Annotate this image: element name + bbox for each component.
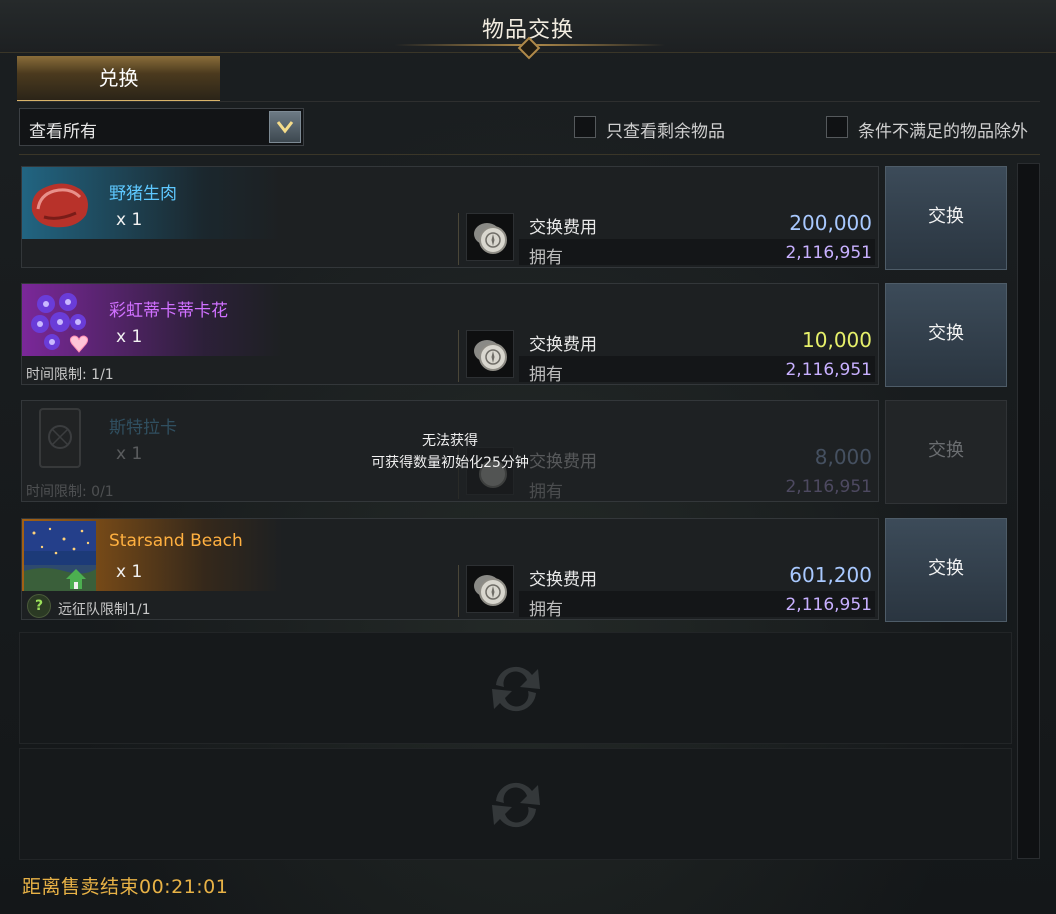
- raw-boar-meat-icon: [31, 183, 88, 228]
- rainbow-flower-icon: [31, 293, 89, 353]
- exchange-item-row: 野猪生肉 x 1 交换费用 200,000 拥有 2,116,951: [21, 166, 879, 268]
- refresh-icon: [492, 782, 540, 828]
- fee-label: 交换费用: [529, 218, 597, 238]
- chevron-down-icon[interactable]: [269, 111, 301, 143]
- exchange-button[interactable]: 交换: [885, 166, 1007, 270]
- silver-coin-icon: [466, 330, 514, 378]
- silver-coin-icon: [466, 565, 514, 613]
- checkbox-box[interactable]: [574, 116, 596, 138]
- exchange-button-disabled: 交换: [885, 400, 1007, 504]
- item-quantity: x 1: [116, 210, 143, 230]
- title-bar[interactable]: 物品交换: [0, 0, 1056, 60]
- fee-value: 8,000: [814, 445, 872, 469]
- owned-label: 拥有: [529, 600, 563, 620]
- item-name: 野猪生肉: [109, 184, 177, 204]
- estate-thumbnail-icon: [24, 521, 96, 591]
- owned-value: 2,116,951: [785, 477, 872, 497]
- unavailable-title: 无法获得: [422, 433, 478, 449]
- help-icon[interactable]: ?: [27, 594, 51, 618]
- scrollbar[interactable]: [1017, 163, 1040, 859]
- item-quantity: x 1: [116, 562, 143, 582]
- time-limit: 时间限制: 1/1: [26, 367, 114, 383]
- item-name: 斯特拉卡: [109, 418, 177, 438]
- view-filter-dropdown[interactable]: 查看所有: [19, 108, 304, 146]
- exchange-button[interactable]: 交换: [885, 283, 1007, 387]
- fee-value: 200,000: [789, 211, 872, 235]
- owned-label: 拥有: [529, 365, 563, 385]
- exchange-button[interactable]: 交换: [885, 518, 1007, 622]
- unavailable-message: 无法获得 可获得数量初始化25分钟: [330, 430, 570, 474]
- refresh-icon: [492, 666, 540, 712]
- owned-value: 2,116,951: [785, 243, 872, 263]
- fee-value: 601,200: [789, 563, 872, 587]
- empty-slot: [19, 748, 1012, 860]
- fee-value: 10,000: [802, 328, 872, 352]
- card-icon: [39, 408, 81, 468]
- checkbox-box[interactable]: [826, 116, 848, 138]
- silver-coin-icon: [466, 213, 514, 261]
- owned-value: 2,116,951: [785, 360, 872, 380]
- divider: [458, 213, 459, 265]
- item-quantity: x 1: [116, 444, 143, 464]
- tab-underline: [17, 101, 1040, 102]
- sale-end-timer: 距离售卖结束00:21:01: [22, 876, 229, 898]
- item-exchange-window: 物品交换 兑换 查看所有 只查看剩余物品 条件不满足的物品除外 野猪生肉 x 1: [0, 0, 1056, 914]
- view-filter-value: 查看所有: [29, 122, 97, 142]
- exchange-item-row: Starsand Beach x 1 ? 远征队限制1/1 交换费用 601,2…: [21, 518, 879, 620]
- exclude-unmet-label: 条件不满足的物品除外: [858, 122, 1028, 142]
- fee-label: 交换费用: [529, 570, 597, 590]
- tab-exchange[interactable]: 兑换: [17, 56, 220, 102]
- unavailable-note: 可获得数量初始化25分钟: [371, 455, 529, 471]
- expedition-limit: 远征队限制1/1: [58, 602, 151, 618]
- only-remaining-label: 只查看剩余物品: [606, 122, 725, 142]
- owned-label: 拥有: [529, 248, 563, 268]
- empty-slot: [19, 632, 1012, 744]
- time-limit: 时间限制: 0/1: [26, 484, 114, 500]
- owned-label: 拥有: [529, 482, 563, 502]
- divider: [19, 154, 1040, 155]
- fee-label: 交换费用: [529, 335, 597, 355]
- divider: [458, 330, 459, 382]
- exchange-item-row: 彩虹蒂卡蒂卡花 x 1 时间限制: 1/1 交换费用 10,000 拥有 2,1…: [21, 283, 879, 385]
- item-name: Starsand Beach: [109, 531, 243, 551]
- item-name: 彩虹蒂卡蒂卡花: [109, 301, 228, 321]
- owned-value: 2,116,951: [785, 595, 872, 615]
- divider: [458, 565, 459, 617]
- item-quantity: x 1: [116, 327, 143, 347]
